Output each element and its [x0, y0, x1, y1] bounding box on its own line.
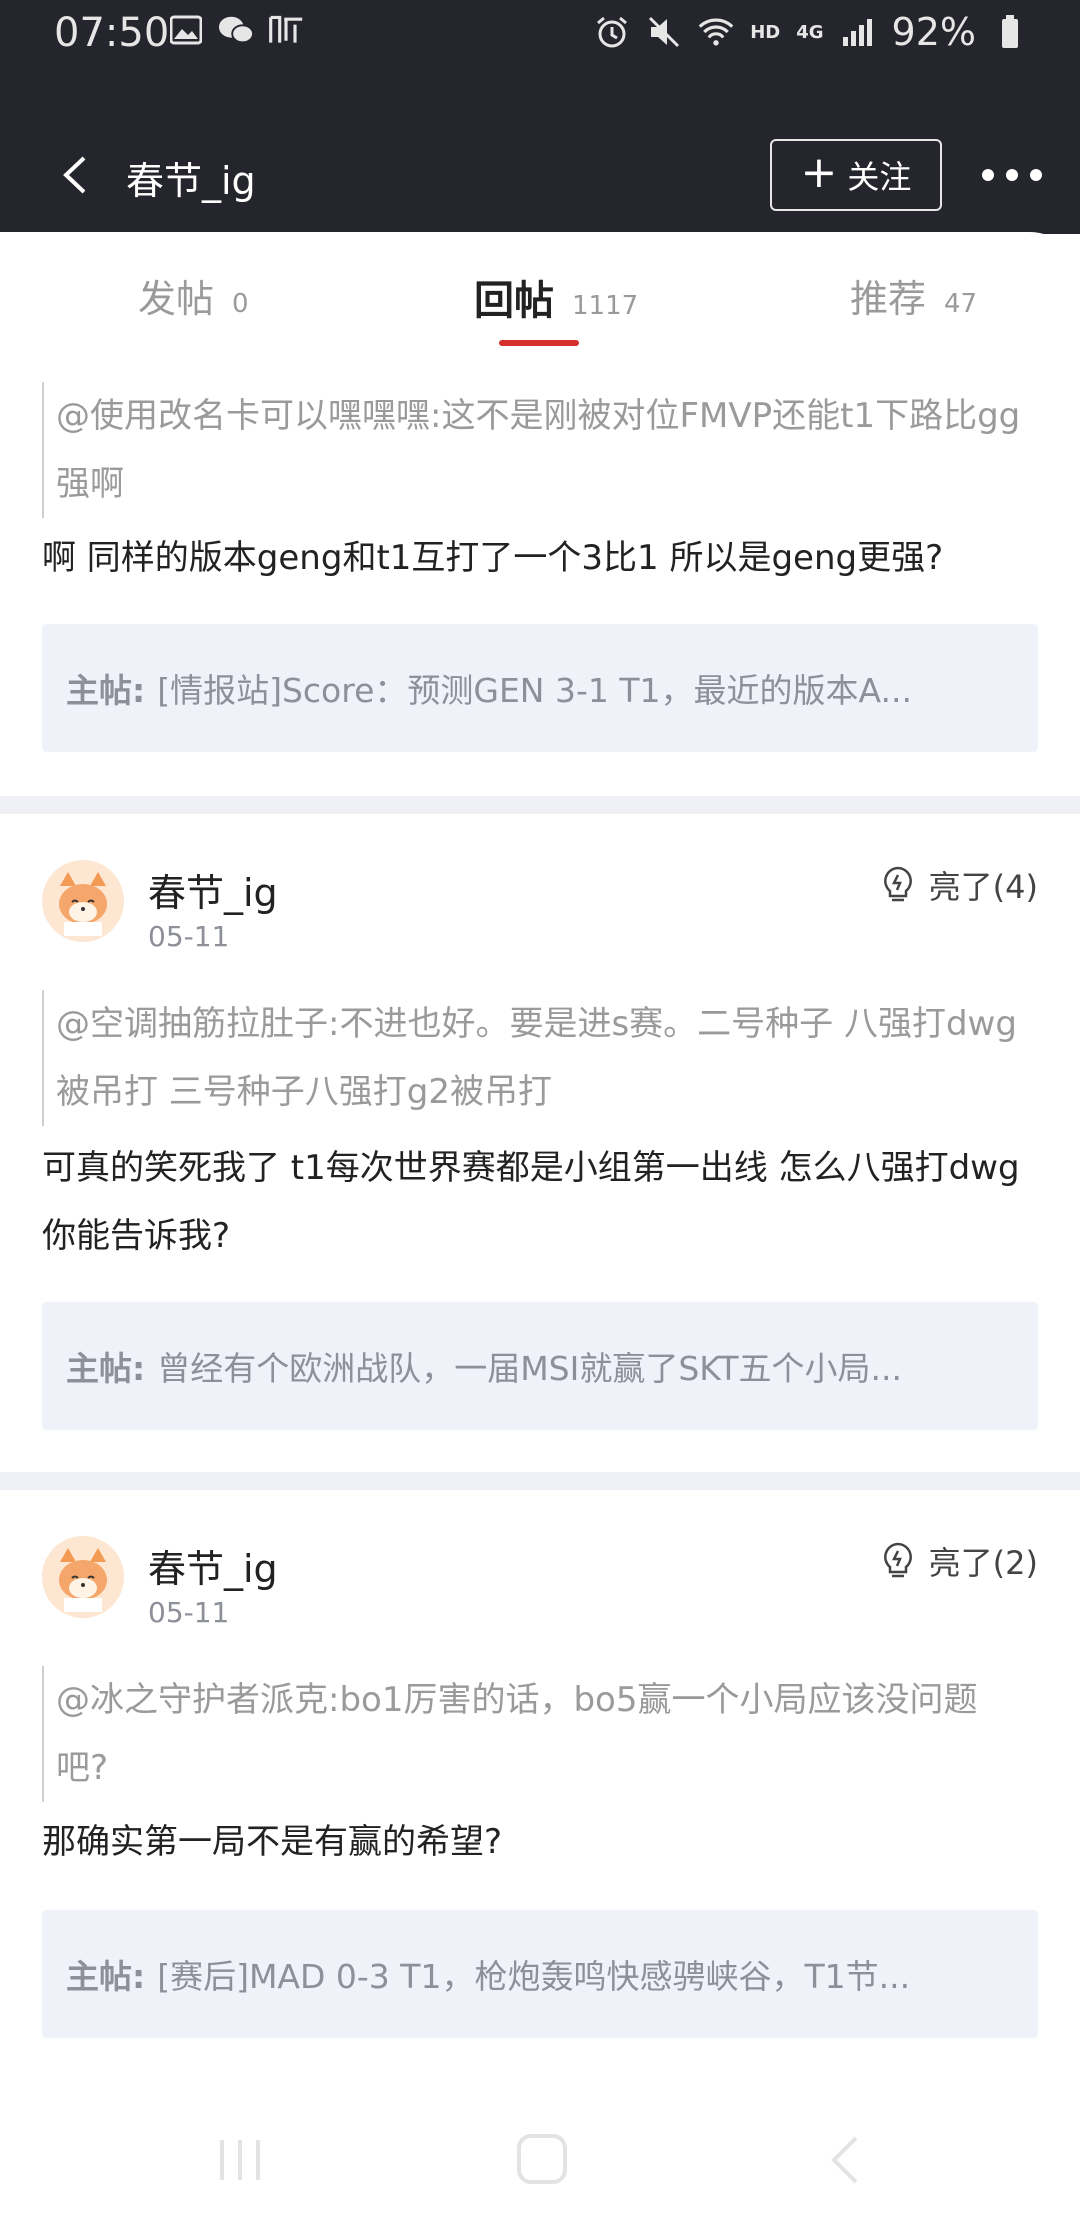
main-post-link[interactable]: 主帖: 曾经有个欧洲战队，一届MSI就赢了SKT五个小局...	[42, 1302, 1038, 1430]
tab-label: 发帖	[138, 277, 215, 321]
divider	[0, 1472, 1080, 1490]
fox-avatar-icon	[42, 1536, 124, 1618]
fox-avatar-icon	[42, 860, 124, 942]
main-post-title: [赛后]MAD 0-3 T1，枪炮轰鸣快感骋峡谷，T1节...	[157, 1957, 911, 1996]
follow-label: 关注	[847, 158, 912, 196]
more-dot	[1030, 169, 1042, 181]
more-dot	[1006, 169, 1018, 181]
main-post-prefix: 主帖:	[66, 1349, 146, 1388]
top-bar: 07:50 HD 4G 92% 春节_ig + 关注	[0, 0, 1080, 234]
hd-indicator: HD	[750, 21, 781, 43]
tab-count: 47	[944, 289, 978, 319]
reply-text[interactable]: 可真的笑死我了 t1每次世界赛都是小组第一出线 怎么八强打dwg你能告诉我?	[42, 1134, 1042, 1270]
more-options-button[interactable]	[982, 160, 1042, 190]
main-post-title: [情报站]Score：预测GEN 3-1 T1，最近的版本A...	[157, 671, 912, 710]
tab-count: 0	[232, 289, 249, 319]
reply-text[interactable]: 啊 同样的版本geng和t1互打了一个3比1 所以是geng更强?	[42, 524, 1042, 592]
main-post-link[interactable]: 主帖: [赛后]MAD 0-3 T1，枪炮轰鸣快感骋峡谷，T1节...	[42, 1910, 1038, 2038]
status-bar: 07:50 HD 4G 92%	[0, 0, 1080, 64]
more-dot	[982, 169, 994, 181]
tab-bar: 发帖 0 回帖 1117 推荐 47	[0, 232, 1080, 352]
post-date: 05-11	[148, 920, 230, 953]
recent-apps-icon[interactable]	[216, 2130, 264, 2194]
follow-button[interactable]: + 关注	[770, 139, 942, 211]
listen-app-icon	[268, 12, 304, 48]
main-post-link[interactable]: 主帖: [情报站]Score：预测GEN 3-1 T1，最近的版本A...	[42, 624, 1038, 752]
reply-text[interactable]: 那确实第一局不是有赢的希望?	[42, 1808, 1042, 1876]
alarm-icon	[594, 14, 630, 50]
like-button[interactable]: 亮了(2)	[881, 1538, 1038, 1584]
lightbulb-icon	[883, 866, 912, 902]
nav-row: 春节_ig + 关注	[0, 130, 1080, 220]
mute-icon	[646, 14, 682, 50]
lightbulb-icon	[883, 1542, 912, 1578]
active-tab-indicator	[499, 340, 579, 346]
divider	[0, 796, 1080, 814]
tab-recommend[interactable]: 推荐 47	[850, 268, 977, 323]
back-button[interactable]	[52, 150, 102, 200]
wifi-icon	[698, 14, 734, 50]
quoted-comment[interactable]: @使用改名卡可以嘿嘿嘿:这不是刚被对位FMVP还能t1下路比gg强啊	[42, 382, 1022, 518]
battery-icon	[992, 14, 1028, 50]
avatar[interactable]	[42, 860, 124, 942]
network-type: 4G	[796, 21, 824, 43]
username[interactable]: 春节_ig	[148, 862, 278, 917]
signal-icon	[840, 14, 876, 50]
username[interactable]: 春节_ig	[148, 1538, 278, 1593]
like-button[interactable]: 亮了(4)	[881, 862, 1038, 908]
battery-level: 92%	[891, 10, 976, 54]
main-post-prefix: 主帖:	[66, 671, 146, 710]
tab-count: 1117	[572, 291, 639, 321]
quoted-comment[interactable]: @空调抽筋拉肚子:不进也好。要是进s赛。二号种子 八强打dwg被吊打 三号种子八…	[42, 990, 1022, 1126]
main-post-prefix: 主帖:	[66, 1957, 146, 1996]
page-title: 春节_ig	[126, 159, 256, 203]
post-date: 05-11	[148, 1596, 230, 1629]
gallery-icon	[168, 12, 204, 48]
plus-icon: +	[800, 147, 838, 198]
main-post-title: 曾经有个欧洲战队，一届MSI就赢了SKT五个小局...	[157, 1349, 903, 1388]
tab-label: 回帖	[474, 278, 554, 324]
back-nav-icon[interactable]	[826, 2130, 866, 2194]
status-time: 07:50	[54, 10, 170, 56]
like-count: 亮了(2)	[928, 1544, 1038, 1582]
like-count: 亮了(4)	[928, 868, 1038, 906]
home-icon[interactable]	[516, 2130, 568, 2194]
system-nav-bar	[0, 2100, 1080, 2220]
quoted-comment[interactable]: @冰之守护者派克:bo1厉害的话，bo5赢一个小局应该没问题吧?	[42, 1666, 1022, 1802]
tab-posts[interactable]: 发帖 0	[138, 268, 249, 323]
tab-replies[interactable]: 回帖 1117	[474, 268, 638, 326]
wechat-icon	[218, 12, 254, 48]
tab-label: 推荐	[850, 277, 927, 321]
avatar[interactable]	[42, 1536, 124, 1618]
